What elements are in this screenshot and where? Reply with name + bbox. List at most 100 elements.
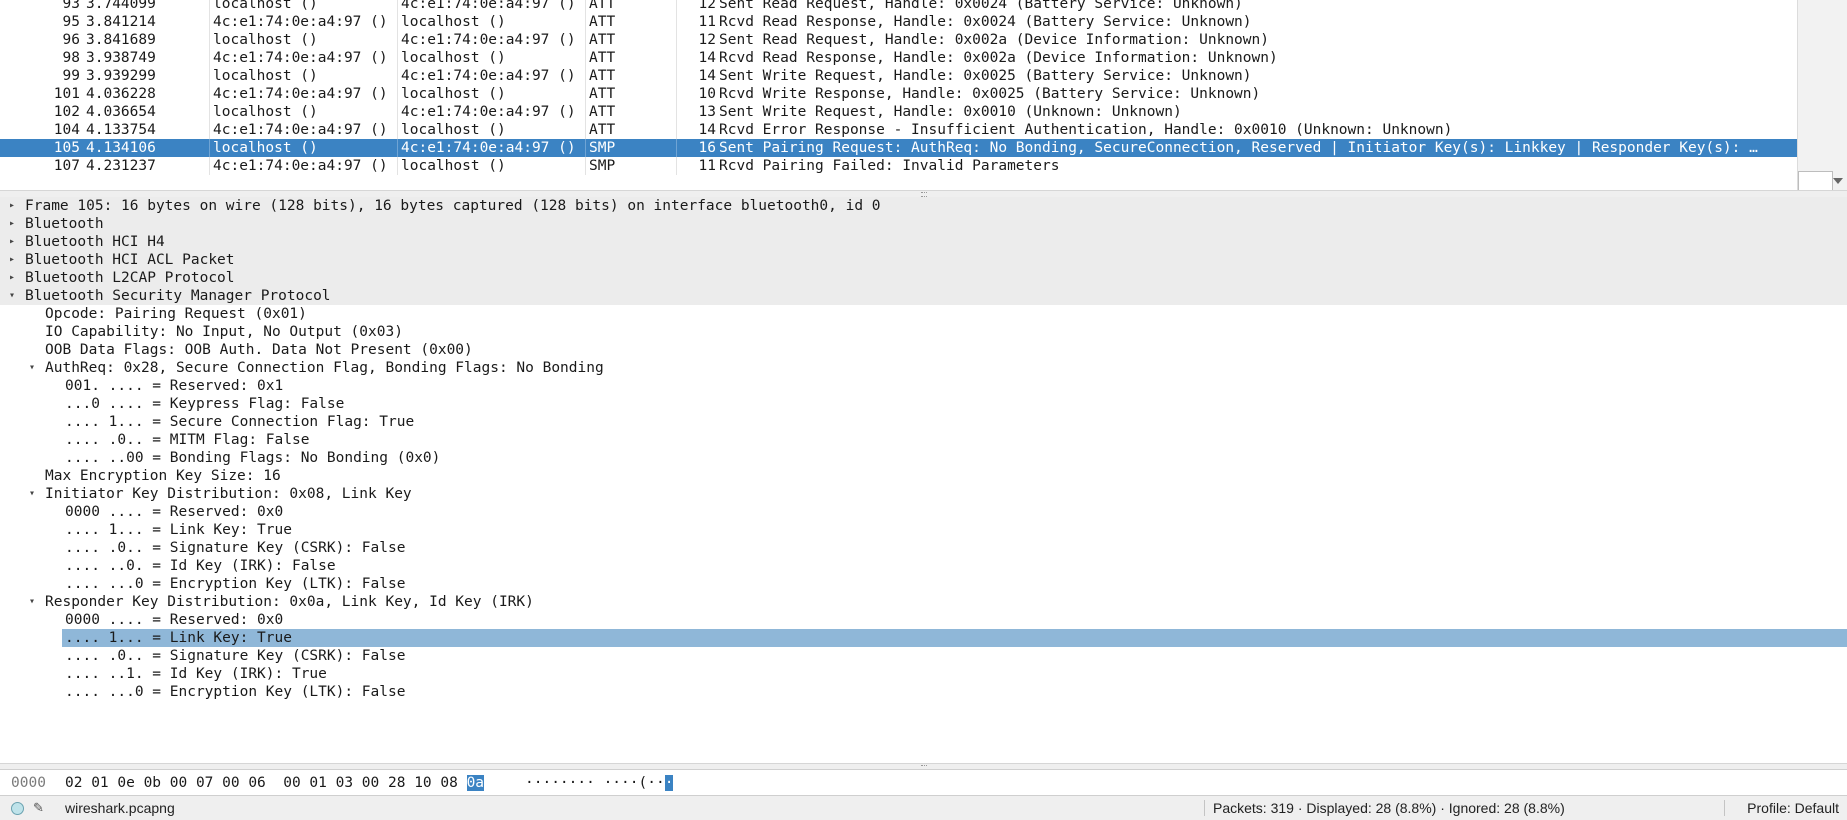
status-profile[interactable]: Profile: Default [1747,800,1839,816]
collapsed-arrow-icon[interactable]: ▸ [6,197,18,215]
packet-cell-src: 4c:e1:74:0e:a4:97 () [213,50,388,66]
packet-cell-time: 3.939299 [86,68,156,84]
tree-item-hci-h4[interactable]: ▸ Bluetooth HCI H4 [0,233,1847,251]
column-separator [209,103,210,121]
packet-list[interactable]: 93 3.744099 localhost () 4c:e1:74:0e:a4:97 … [0,0,1847,193]
packet-cell-info: Sent Read Request, Handle: 0x0024 (Batte… [719,0,1243,12]
packet-row[interactable]: 96 3.841689 localhost () 4c:e1:74:0e:a4:97 … [0,31,1797,49]
collapsed-arrow-icon[interactable]: ▸ [6,233,18,251]
tree-item-label: 0000 .... = Reserved: 0x0 [65,612,284,628]
tree-item-keypress-flag[interactable]: ...0 .... = Keypress Flag: False [0,395,1847,413]
tree-item-resp-encryption-key[interactable]: .... ...0 = Encryption Key (LTK): False [0,683,1847,701]
tree-item-label: Bluetooth HCI ACL Packet [25,252,235,268]
collapsed-arrow-icon[interactable]: ▸ [6,251,18,269]
bytes-hex-selected[interactable]: 0a [466,775,485,791]
expanded-arrow-icon[interactable]: ▾ [6,287,18,305]
column-separator [676,31,677,49]
packet-cell-src: 4c:e1:74:0e:a4:97 () [213,158,388,174]
packet-cell-src: localhost () [213,0,318,12]
tree-item-mitm-flag[interactable]: .... .0.. = MITM Flag: False [0,431,1847,449]
tree-item-label: .... .0.. = Signature Key (CSRK): False [65,648,406,664]
packet-cell-no: 102 [53,104,80,120]
packet-cell-proto: ATT [589,14,616,30]
column-separator [585,67,586,85]
tree-item-init-signature-key[interactable]: .... .0.. = Signature Key (CSRK): False [0,539,1847,557]
packet-row[interactable]: 93 3.744099 localhost () 4c:e1:74:0e:a4:97 … [0,0,1797,13]
packet-row[interactable]: 101 4.036228 4c:e1:74:0e:a4:97 () localhost… [0,85,1797,103]
tree-item-oob-flags[interactable]: OOB Data Flags: OOB Auth. Data Not Prese… [0,341,1847,359]
packet-cell-dst: localhost () [401,86,506,102]
tree-item-frame[interactable]: ▸ Frame 105: 16 bytes on wire (128 bits)… [0,197,1847,215]
packet-row[interactable]: 95 3.841214 4c:e1:74:0e:a4:97 () localhost … [0,13,1797,31]
collapsed-arrow-icon[interactable]: ▸ [6,215,18,233]
tree-item-l2cap[interactable]: ▸ Bluetooth L2CAP Protocol [0,269,1847,287]
packet-cell-time: 3.841214 [86,14,156,30]
tree-item-label: .... ..1. = Id Key (IRK): True [65,666,327,682]
tree-item-authreq[interactable]: ▾ AuthReq: 0x28, Secure Connection Flag,… [0,359,1847,377]
bytes-ascii[interactable]: ········ ····(··· [525,774,674,792]
bytes-hex[interactable]: 02 01 0e 0b 00 07 00 06 00 01 03 00 28 1… [65,774,485,792]
tree-item-label: AuthReq: 0x28, Secure Connection Flag, B… [45,360,604,376]
packet-cell-dst: 4c:e1:74:0e:a4:97 () [401,140,576,156]
packet-row[interactable]: 107 4.231237 4c:e1:74:0e:a4:97 () localhost… [0,157,1797,175]
tree-item-authreq-reserved[interactable]: 001. .... = Reserved: 0x1 [0,377,1847,395]
tree-item-initiator-key-dist[interactable]: ▾ Initiator Key Distribution: 0x08, Link… [0,485,1847,503]
tree-item-bluetooth[interactable]: ▸ Bluetooth [0,215,1847,233]
tree-item-init-id-key[interactable]: .... ..0. = Id Key (IRK): False [0,557,1847,575]
packet-cell-time: 3.938749 [86,50,156,66]
tree-item-hci-acl[interactable]: ▸ Bluetooth HCI ACL Packet [0,251,1847,269]
packet-cell-proto: ATT [589,68,616,84]
tree-item-smp[interactable]: ▾ Bluetooth Security Manager Protocol [0,287,1847,305]
expert-info-icon[interactable] [11,802,24,815]
tree-item-init-encryption-key[interactable]: .... ...0 = Encryption Key (LTK): False [0,575,1847,593]
expanded-arrow-icon[interactable]: ▾ [26,593,38,611]
packet-cell-time: 4.231237 [86,158,156,174]
column-separator [209,31,210,49]
packet-cell-len: 11 [698,14,716,30]
tree-item-label: .... .0.. = MITM Flag: False [65,432,310,448]
column-separator [585,31,586,49]
packet-list-scrollbar[interactable] [1797,0,1847,192]
packet-row[interactable]: 102 4.036654 localhost () 4c:e1:74:0e:a4:97… [0,103,1797,121]
tree-item-resp-link-key-selected[interactable]: .... 1... = Link Key: True [0,629,1847,647]
scrollbar-thumb[interactable] [1798,171,1833,191]
expanded-arrow-icon[interactable]: ▾ [26,359,38,377]
packet-row-selected[interactable]: 105 4.134106 localhost () 4c:e1:74:0e:a4:97… [0,139,1797,157]
column-separator [676,139,677,157]
tree-item-bonding-flags[interactable]: .... ..00 = Bonding Flags: No Bonding (0… [0,449,1847,467]
tree-item-io-capability[interactable]: IO Capability: No Input, No Output (0x03… [0,323,1847,341]
capture-comment-icon[interactable]: ✎ [33,800,44,816]
collapsed-arrow-icon[interactable]: ▸ [6,269,18,287]
column-separator [397,49,398,67]
tree-item-resp-id-key[interactable]: .... ..1. = Id Key (IRK): True [0,665,1847,683]
packet-cell-len: 10 [698,86,716,102]
packet-row[interactable]: 99 3.939299 localhost () 4c:e1:74:0e:a4:97 … [0,67,1797,85]
scroll-down-arrow-icon[interactable] [1833,178,1843,184]
packet-details-tree[interactable]: ▸ Frame 105: 16 bytes on wire (128 bits)… [0,197,1847,764]
tree-item-init-link-key[interactable]: .... 1... = Link Key: True [0,521,1847,539]
field-highlight [62,629,1847,647]
tree-item-max-key-size[interactable]: Max Encryption Key Size: 16 [0,467,1847,485]
packet-bytes-pane[interactable]: 0000 02 01 0e 0b 00 07 00 06 00 01 03 00… [0,769,1847,796]
packet-cell-dst: localhost () [401,158,506,174]
tree-item-init-reserved[interactable]: 0000 .... = Reserved: 0x0 [0,503,1847,521]
tree-item-resp-reserved[interactable]: 0000 .... = Reserved: 0x0 [0,611,1847,629]
packet-row[interactable]: 104 4.133754 4c:e1:74:0e:a4:97 () localhost… [0,121,1797,139]
packet-cell-time: 3.841689 [86,32,156,48]
packet-cell-no: 104 [53,122,80,138]
tree-item-secure-connection-flag[interactable]: .... 1... = Secure Connection Flag: True [0,413,1847,431]
column-separator [676,67,677,85]
column-separator [585,103,586,121]
tree-item-resp-signature-key[interactable]: .... .0.. = Signature Key (CSRK): False [0,647,1847,665]
packet-cell-no: 95 [62,14,80,30]
tree-item-opcode[interactable]: Opcode: Pairing Request (0x01) [0,305,1847,323]
expanded-arrow-icon[interactable]: ▾ [26,485,38,503]
packet-cell-len: 14 [698,122,716,138]
packet-row[interactable]: 98 3.938749 4c:e1:74:0e:a4:97 () localhost … [0,49,1797,67]
column-separator [397,0,398,13]
bytes-ascii-selected[interactable]: · [664,775,674,791]
column-separator [397,85,398,103]
tree-item-label: ...0 .... = Keypress Flag: False [65,396,345,412]
tree-item-responder-key-dist[interactable]: ▾ Responder Key Distribution: 0x0a, Link… [0,593,1847,611]
packet-cell-time: 4.036228 [86,86,156,102]
